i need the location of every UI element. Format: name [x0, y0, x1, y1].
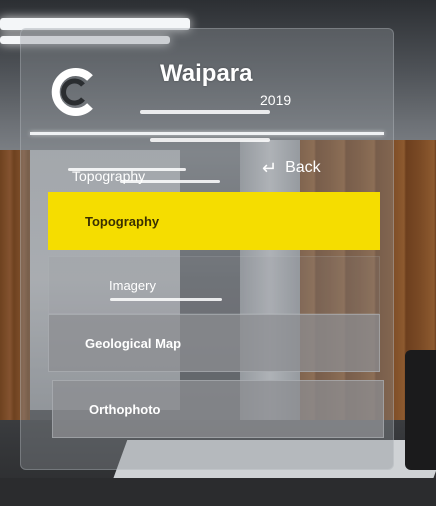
back-arrow-icon: ↵ — [262, 158, 278, 178]
menu-item-label: Orthophoto — [89, 401, 161, 417]
ar-scene: Waipara 2019 Topography ↵ Back Topograph… — [0, 0, 436, 506]
back-label: Back — [285, 159, 321, 176]
light-glare — [68, 168, 186, 171]
c-logo-icon — [51, 68, 93, 116]
light-glare — [140, 110, 270, 114]
header-divider — [30, 132, 384, 135]
menu-item-label: Imagery — [109, 277, 156, 293]
panel-year: 2019 — [260, 92, 292, 108]
bottom-strip — [0, 478, 436, 506]
light-glare — [150, 138, 270, 142]
menu-item-label: Geological Map — [85, 335, 182, 351]
menu-item-geological-map[interactable]: Geological Map — [48, 314, 380, 372]
menu-item-imagery[interactable]: Imagery — [48, 256, 380, 314]
chair-background — [405, 350, 436, 470]
menu-item-topography[interactable]: Topography — [48, 192, 380, 250]
panel-title: Waipara — [160, 60, 253, 87]
back-button[interactable]: ↵ Back — [262, 154, 321, 182]
menu-item-label: Topography — [85, 213, 160, 229]
light-glare — [110, 298, 222, 301]
light-glare — [120, 180, 220, 183]
menu-item-orthophoto[interactable]: Orthophoto — [52, 380, 384, 438]
